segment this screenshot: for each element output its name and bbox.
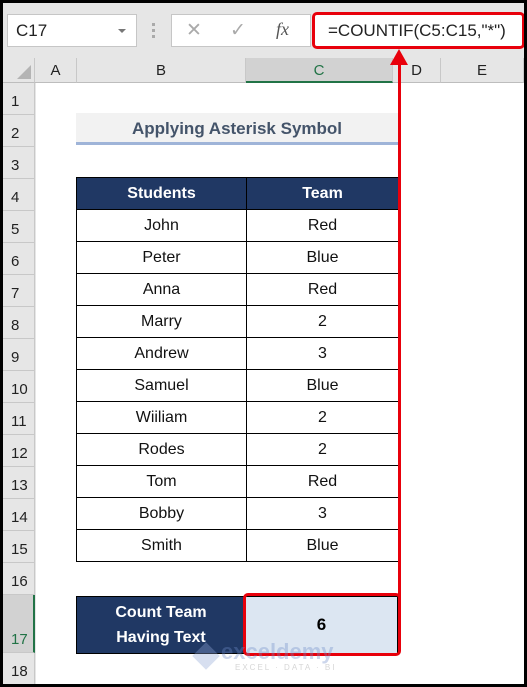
cell-student[interactable]: Samuel <box>76 369 247 402</box>
cell-team[interactable]: 2 <box>246 305 399 338</box>
table-row: Smith Blue <box>76 529 399 562</box>
watermark-tagline: EXCEL · DATA · BI <box>235 663 337 672</box>
annotation-arrow-line <box>398 61 401 599</box>
cell-student[interactable]: Peter <box>76 241 247 274</box>
table-row: Wiiliam 2 <box>76 401 399 434</box>
cell-team[interactable]: Blue <box>246 529 399 562</box>
row-header-12[interactable]: 12 <box>3 435 35 467</box>
column-header-c[interactable]: C <box>246 58 393 83</box>
row-header-3[interactable]: 3 <box>3 147 35 179</box>
row-header-1[interactable]: 1 <box>3 83 35 115</box>
sheet-title: Applying Asterisk Symbol <box>76 113 398 145</box>
cell-team[interactable]: Blue <box>246 241 399 274</box>
cell-team[interactable]: Red <box>246 209 399 242</box>
row-header-7[interactable]: 7 <box>3 275 35 307</box>
row-header-16[interactable]: 16 <box>3 563 35 595</box>
arrow-up-icon <box>390 49 408 65</box>
cell-student[interactable]: Tom <box>76 465 247 498</box>
cell-student[interactable]: Wiiliam <box>76 401 247 434</box>
chevron-down-icon[interactable] <box>118 29 126 33</box>
table-row: John Red <box>76 209 399 242</box>
table-row: Peter Blue <box>76 241 399 274</box>
row-header-8[interactable]: 8 <box>3 307 35 339</box>
cell-student[interactable]: Andrew <box>76 337 247 370</box>
column-header-e[interactable]: E <box>441 58 524 83</box>
excel-window: C17 ✕ ✓ fx =COUNTIF(C5:C15,"*") A B C D … <box>3 3 524 684</box>
grip-icon[interactable] <box>152 23 155 39</box>
students-table: Students Team John Red Peter Blue Anna Red … <box>76 177 399 562</box>
name-box[interactable]: C17 <box>7 14 137 47</box>
cell-student[interactable]: Marry <box>76 305 247 338</box>
row-header-4[interactable]: 4 <box>3 179 35 211</box>
enter-icon[interactable]: ✓ <box>230 19 246 42</box>
name-box-value: C17 <box>16 21 48 40</box>
cell-student[interactable]: Rodes <box>76 433 247 466</box>
cell-team[interactable]: 2 <box>246 401 399 434</box>
cancel-icon[interactable]: ✕ <box>186 19 202 42</box>
row-header-2[interactable]: 2 <box>3 115 35 147</box>
table-row: Andrew 3 <box>76 337 399 370</box>
header-students[interactable]: Students <box>76 177 247 210</box>
cell-team[interactable]: Red <box>246 465 399 498</box>
column-header-a[interactable]: A <box>35 58 77 83</box>
table-row: Marry 2 <box>76 305 399 338</box>
result-label-line1: Count Team <box>115 604 207 621</box>
formula-highlight-box <box>312 12 524 49</box>
row-header-5[interactable]: 5 <box>3 211 35 243</box>
column-header-b[interactable]: B <box>77 58 246 83</box>
cell-team[interactable]: 2 <box>246 433 399 466</box>
cell-team[interactable]: 3 <box>246 337 399 370</box>
cell-team[interactable]: Red <box>246 273 399 306</box>
table-row: Rodes 2 <box>76 433 399 466</box>
header-team[interactable]: Team <box>246 177 399 210</box>
cell-student[interactable]: John <box>76 209 247 242</box>
row-header-13[interactable]: 13 <box>3 467 35 499</box>
insert-function-icon[interactable]: fx <box>276 19 289 40</box>
watermark-name: exceldemy <box>221 639 334 664</box>
table-header-row: Students Team <box>76 177 399 210</box>
formula-buttons: ✕ ✓ fx <box>171 14 311 47</box>
table-row: Tom Red <box>76 465 399 498</box>
table-row: Samuel Blue <box>76 369 399 402</box>
row-header-15[interactable]: 15 <box>3 531 35 563</box>
row-header-9[interactable]: 9 <box>3 339 35 371</box>
cell-student[interactable]: Anna <box>76 273 247 306</box>
cell-team[interactable]: Blue <box>246 369 399 402</box>
row-header-6[interactable]: 6 <box>3 243 35 275</box>
cell-team[interactable]: 3 <box>246 497 399 530</box>
table-row: Bobby 3 <box>76 497 399 530</box>
select-all-button[interactable] <box>3 58 35 83</box>
row-header-17[interactable]: 17 <box>3 595 35 653</box>
row-header-10[interactable]: 10 <box>3 371 35 403</box>
row-header-14[interactable]: 14 <box>3 499 35 531</box>
row-header-11[interactable]: 11 <box>3 403 35 435</box>
cell-student[interactable]: Bobby <box>76 497 247 530</box>
result-label-line2: Having Text <box>116 629 206 646</box>
table-row: Anna Red <box>76 273 399 306</box>
row-header-18[interactable]: 18 <box>3 653 35 684</box>
cell-student[interactable]: Smith <box>76 529 247 562</box>
